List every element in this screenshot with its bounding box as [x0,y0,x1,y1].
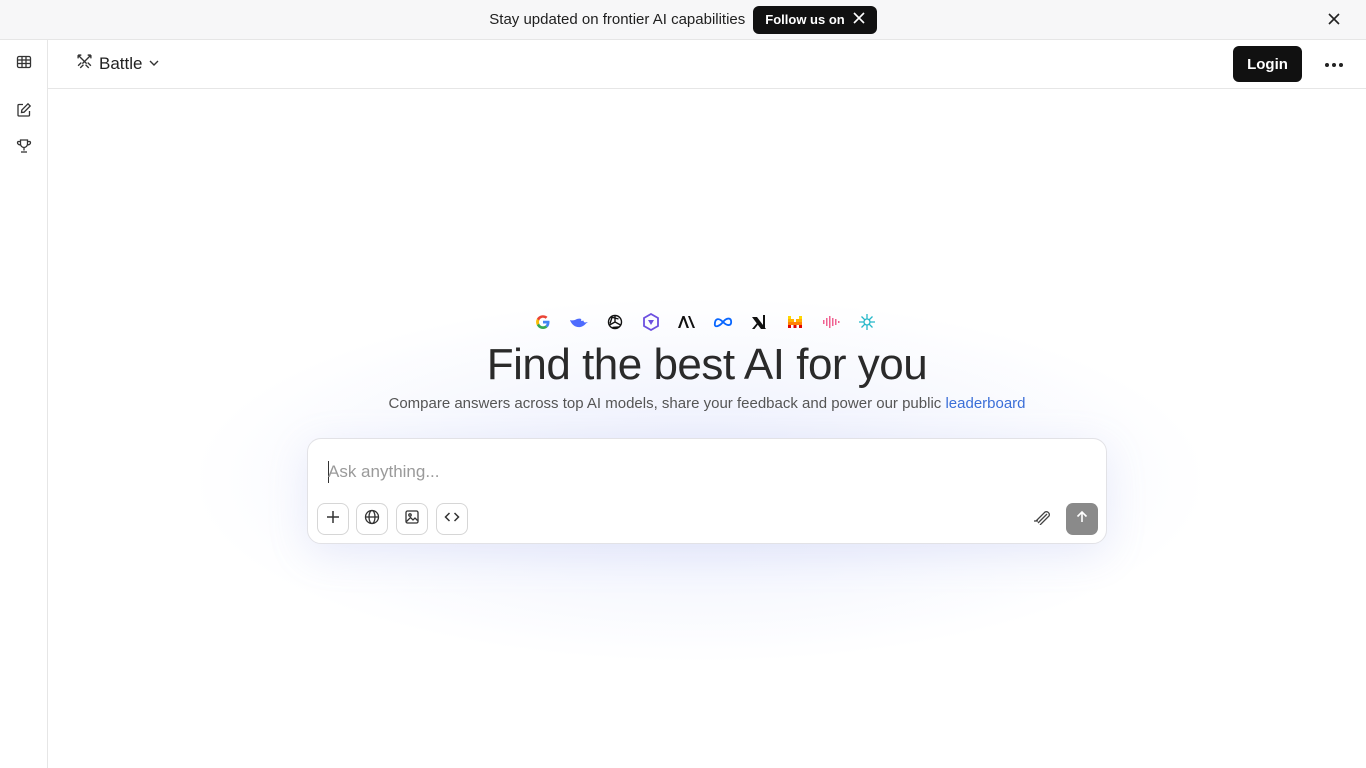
send-button[interactable] [1066,503,1098,535]
code-mode-button[interactable] [436,503,468,535]
leaderboard-link[interactable]: leaderboard [945,395,1025,412]
announcement-banner: Stay updated on frontier AI capabilities… [0,0,1366,40]
login-button[interactable]: Login [1233,46,1302,82]
close-icon [1328,12,1340,29]
meta-logo-icon [713,312,733,332]
follow-on-x-button[interactable]: Follow us on [753,5,877,34]
hero-subtitle: Compare answers across top AI models, sh… [0,395,1366,412]
image-icon [404,509,420,530]
mode-label: Battle [99,54,143,73]
chevron-down-icon [148,54,160,74]
follow-label: Follow us on [765,12,845,27]
rail-new-chat-button[interactable] [12,100,36,124]
swords-icon [76,53,93,75]
add-icon [326,510,340,529]
prompt-input[interactable] [328,459,1068,485]
table-icon [16,54,32,75]
anthropic-logo-icon [677,312,697,332]
code-icon [444,509,460,530]
banner-text: Stay updated on frontier AI capabilities [489,11,746,28]
globe-icon [364,509,380,530]
image-generation-button[interactable] [396,503,428,535]
web-search-button[interactable] [356,503,388,535]
deepseek-logo-icon [569,312,589,332]
mode-selector[interactable]: Battle [76,52,160,76]
trophy-icon [16,138,32,159]
rail-leaderboard-button[interactable] [12,136,36,160]
accessory-button[interactable] [1031,507,1055,531]
more-horizontal-icon [1324,55,1344,73]
top-header: Battle Login [48,40,1366,89]
hero-title: Find the best AI for you [486,340,928,389]
add-attachment-button[interactable] [317,503,349,535]
rail-leaderboard-table-button[interactable] [12,52,36,76]
qwen-logo-icon [641,312,661,332]
cloud-icon [1033,509,1053,530]
banner-close-button[interactable] [1324,10,1344,30]
arrow-up-icon [1075,510,1089,529]
other-model-logo-icon [857,312,877,332]
edit-icon [16,102,32,123]
provider-logos [533,312,877,332]
openai-logo-icon [605,312,625,332]
xai-logo-icon [749,312,769,332]
prompt-composer [307,438,1107,544]
mistral-logo-icon [785,312,805,332]
stepfun-logo-icon [821,312,841,332]
x-logo-icon [853,12,865,27]
more-options-button[interactable] [1322,52,1346,76]
hero-subtitle-text: Compare answers across top AI models, sh… [388,395,946,412]
google-logo-icon [533,312,553,332]
